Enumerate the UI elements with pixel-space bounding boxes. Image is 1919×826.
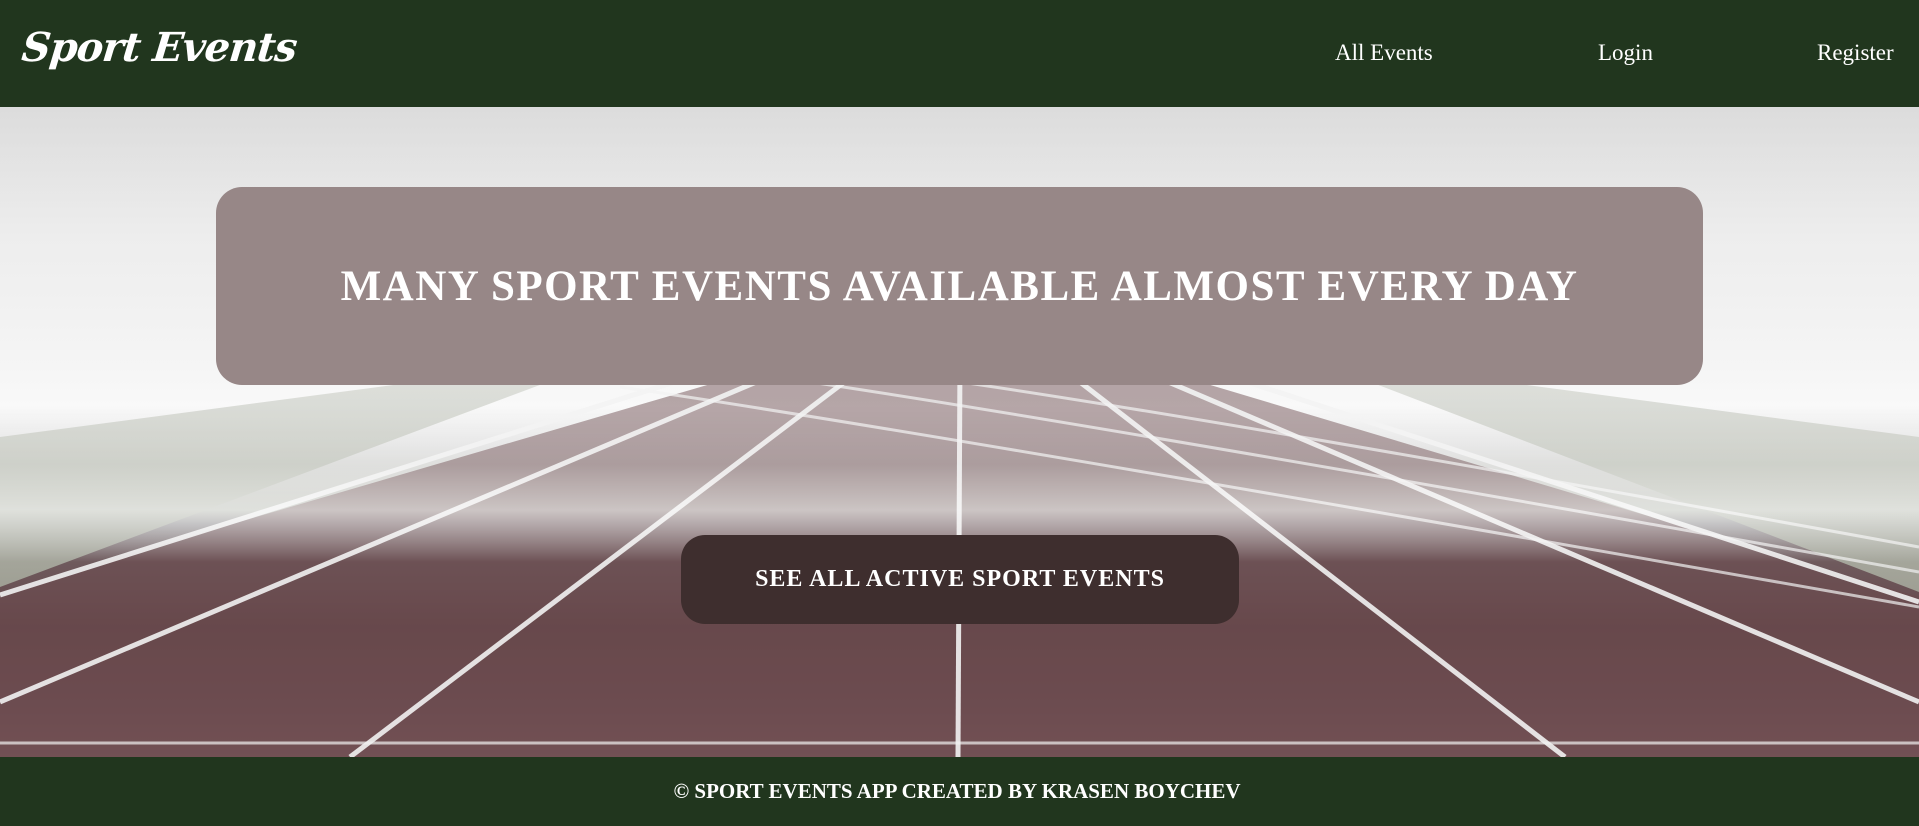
nav-link-login[interactable]: Login — [1598, 41, 1653, 64]
nav-link-register[interactable]: Register — [1817, 41, 1894, 64]
logo[interactable]: Sport Events — [20, 24, 299, 71]
hero-banner: MANY SPORT EVENTS AVAILABLE ALMOST EVERY… — [216, 187, 1703, 385]
hero-section: MANY SPORT EVENTS AVAILABLE ALMOST EVERY… — [0, 107, 1919, 757]
header: Sport Events All Events Login Register — [0, 0, 1919, 107]
see-all-events-button[interactable]: SEE ALL ACTIVE SPORT EVENTS — [681, 535, 1239, 624]
nav-link-all-events[interactable]: All Events — [1335, 41, 1433, 64]
hero-title: MANY SPORT EVENTS AVAILABLE ALMOST EVERY… — [340, 262, 1579, 310]
page: Sport Events All Events Login Register M… — [0, 0, 1919, 826]
footer: © SPORT EVENTS APP CREATED BY KRASEN BOY… — [0, 757, 1919, 826]
footer-copyright: © SPORT EVENTS APP CREATED BY KRASEN BOY… — [673, 779, 1241, 803]
